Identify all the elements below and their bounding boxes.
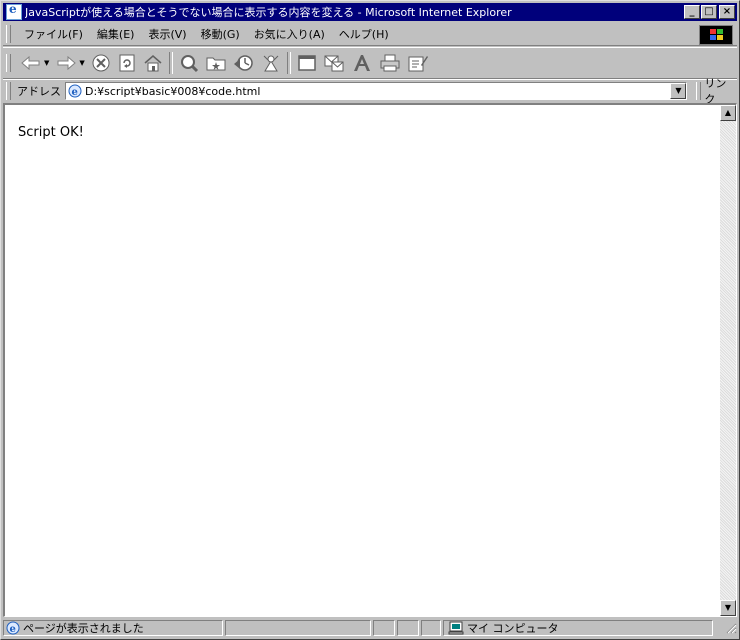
page-icon: e	[68, 84, 82, 98]
resize-grip-icon[interactable]	[725, 622, 737, 634]
back-dropdown-icon[interactable]: ▼	[44, 59, 49, 67]
links-grip[interactable]	[696, 82, 702, 100]
status-message-pane: e ページが表示されました	[3, 620, 223, 636]
address-input[interactable]: e D:¥script¥basic¥008¥code.html ▼	[64, 82, 688, 100]
home-button[interactable]	[143, 51, 163, 75]
address-dropdown-icon[interactable]: ▼	[670, 83, 687, 99]
browser-window: JavaScriptが使える場合とそうでない場合に表示する内容を変える - Mi…	[0, 0, 740, 640]
fullscreen-icon	[298, 55, 316, 71]
mail-button[interactable]	[323, 51, 345, 75]
favorites-icon	[206, 57, 226, 71]
windows-logo-icon	[699, 25, 733, 45]
menubar-grip[interactable]	[6, 25, 11, 43]
addressbar-grip[interactable]	[6, 82, 11, 100]
home-icon	[144, 55, 162, 72]
toolbar-separator	[168, 52, 173, 74]
channels-button[interactable]	[261, 51, 281, 75]
standard-toolbar: ▼ ▼	[3, 47, 737, 79]
status-message: ページが表示されました	[23, 622, 144, 635]
maximize-button[interactable]: □	[701, 5, 717, 19]
menu-help[interactable]: ヘルプ(H)	[332, 26, 396, 42]
menu-bar: ファイル(F) 編集(E) 表示(V) 移動(G) お気に入り(A) ヘルプ(H…	[3, 23, 737, 46]
menu-file[interactable]: ファイル(F)	[17, 26, 90, 42]
address-bar: アドレス e D:¥script¥basic¥008¥code.html ▼ リ…	[3, 77, 737, 106]
status-zone-label: マイ コンピュータ	[467, 622, 559, 635]
stop-icon	[92, 54, 110, 72]
scroll-up-button[interactable]: ▲	[720, 105, 736, 121]
status-zone-pane: マイ コンピュータ	[443, 620, 713, 636]
mail-icon	[324, 55, 344, 72]
svg-text:e: e	[71, 87, 77, 98]
status-progress-pane	[225, 620, 371, 636]
stop-button[interactable]	[91, 51, 111, 75]
address-value[interactable]: D:¥script¥basic¥008¥code.html	[85, 85, 260, 98]
svg-text:e: e	[10, 624, 16, 635]
forward-button[interactable]: ▼	[55, 51, 85, 75]
fullscreen-button[interactable]	[297, 51, 317, 75]
back-button[interactable]: ▼	[20, 51, 49, 75]
refresh-button[interactable]	[117, 51, 137, 75]
window-title: JavaScriptが使える場合とそうでない場合に表示する内容を変える - Mi…	[25, 6, 512, 19]
edit-icon	[408, 56, 428, 72]
menu-edit[interactable]: 編集(E)	[90, 26, 142, 42]
refresh-icon	[119, 54, 135, 72]
title-bar[interactable]: JavaScriptが使える場合とそうでない場合に表示する内容を変える - Mi…	[3, 2, 737, 21]
status-pane-small	[373, 620, 395, 636]
forward-dropdown-icon[interactable]: ▼	[79, 59, 84, 67]
status-pane-small	[397, 620, 419, 636]
favorites-button[interactable]	[205, 51, 227, 75]
menu-view[interactable]: 表示(V)	[141, 26, 193, 42]
page-body-text: Script OK!	[18, 125, 84, 140]
my-computer-icon	[448, 621, 464, 635]
history-button[interactable]	[233, 51, 255, 75]
page-done-icon: e	[6, 621, 20, 635]
page-content: Script OK! ▲ ▼	[3, 103, 737, 617]
status-pane-small	[421, 620, 441, 636]
toolbar-grip[interactable]	[6, 54, 11, 72]
print-icon	[380, 54, 400, 72]
scroll-down-button[interactable]: ▼	[720, 600, 736, 616]
back-icon	[21, 55, 40, 71]
forward-icon	[57, 55, 77, 71]
channels-icon	[263, 55, 279, 72]
minimize-button[interactable]: _	[684, 5, 700, 19]
address-label: アドレス	[16, 85, 61, 98]
history-icon	[233, 55, 253, 71]
ie-app-icon[interactable]	[6, 2, 22, 20]
search-icon	[180, 55, 198, 73]
menu-favorites[interactable]: お気に入り(A)	[247, 26, 332, 42]
search-button[interactable]	[179, 51, 199, 75]
vertical-scrollbar[interactable]: ▲ ▼	[720, 105, 736, 616]
font-icon	[353, 55, 370, 71]
status-bar: e ページが表示されました マイ コンピュータ	[3, 619, 737, 637]
font-size-button[interactable]	[351, 51, 373, 75]
print-button[interactable]	[379, 51, 401, 75]
edit-button[interactable]	[407, 51, 429, 75]
close-button[interactable]: ×	[719, 5, 735, 19]
toolbar-separator	[286, 52, 291, 74]
menu-go[interactable]: 移動(G)	[194, 26, 247, 42]
